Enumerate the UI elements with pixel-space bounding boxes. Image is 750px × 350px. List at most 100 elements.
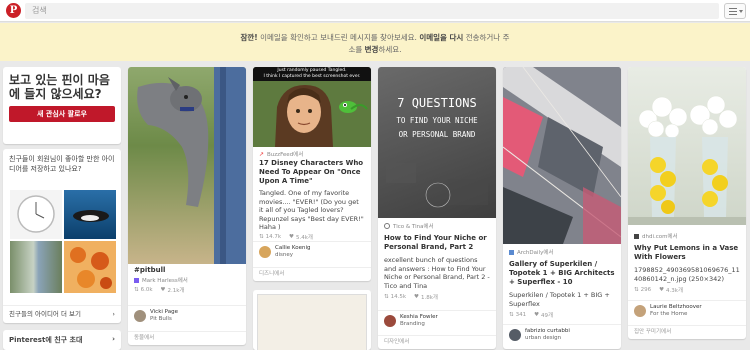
pinterest-logo-icon[interactable]: P — [6, 3, 21, 18]
search-box[interactable]: 검색 — [25, 3, 719, 19]
image-overlay-line-2: TO FIND YOUR NICHE — [396, 116, 478, 125]
repin-icon: ⇅ — [634, 287, 639, 293]
pin-source-label: Tico & Tina에서 — [393, 224, 434, 230]
pin-likes: 2.1k개 — [167, 288, 185, 294]
pin-category[interactable]: 디자인에서 — [378, 335, 496, 348]
pin-description: excellent bunch of questions and answers… — [384, 256, 490, 290]
email-confirm-banner: 잠깐! 이메일을 확인하고 보내드린 메시지를 찾아보세요. 이메일을 다시 전… — [0, 23, 750, 61]
menu-icon — [729, 8, 737, 9]
pin-likes: 5.4k개 — [295, 234, 313, 241]
resend-email-link[interactable]: 이메일을 다시 — [419, 33, 463, 42]
top-bar: P 검색 — [0, 0, 750, 22]
notice-bold: 잠깐! — [240, 33, 258, 42]
interest-promo-card: 보고 있는 핀이 마음에 들지 않으세요? 새 관심사 팔로우 — [3, 67, 121, 144]
pin-image[interactable] — [257, 294, 367, 350]
pin-source-label: Mark Harless에서 — [142, 278, 188, 284]
source-favicon-icon — [634, 233, 639, 239]
invite-friends-card[interactable]: Pinterest에 친구 초대 › — [3, 330, 121, 350]
pinner-board: For the Home — [650, 311, 688, 317]
friends-card: 친구들이 회원님이 좋아할 만한 아이디어를 저장하고 있나요? 친구들의 아이… — [3, 149, 121, 323]
repin-icon: ⇅ — [509, 312, 514, 318]
pin-image[interactable]: 7 QUESTIONS TO FIND YOUR NICHE OR PERSON… — [378, 67, 496, 218]
pin-likes: 1.8k개 — [420, 295, 438, 301]
pin-card[interactable]: dhdi.com에서 Why Put Lemons in a Vase With… — [628, 67, 746, 339]
follow-interests-button[interactable]: 새 관심사 팔로우 — [9, 106, 115, 122]
pin-card[interactable]: Just randomly paused Tangled. I think I … — [253, 67, 371, 281]
pinner-name: fabrizio curtabbi — [525, 328, 570, 334]
pin-stats: ⇅ 14.5k ♥ 1.8k개 — [384, 292, 490, 302]
pin-category[interactable]: 집안 꾸미기에서 — [628, 325, 746, 338]
pinner-board: disney — [275, 252, 294, 258]
pin-source[interactable]: ArchDaily에서 — [509, 247, 615, 257]
pin-saves: 6.0k — [140, 287, 153, 293]
source-favicon-icon — [509, 249, 514, 255]
pin-source-label: BuzzFeed에서 — [267, 152, 304, 158]
chevron-right-icon: › — [112, 310, 115, 318]
pin-title[interactable]: 17 Disney Characters Who Need To Appear … — [259, 159, 365, 186]
repin-icon: ⇅ — [384, 294, 389, 300]
pin-pinner[interactable]: Laurie Beltzhoover For the Home — [634, 304, 740, 318]
pin-description: 1798852_490369581069676_1140860142_n.jpg… — [634, 266, 740, 283]
pinner-name: Keshia Fowler — [400, 314, 438, 320]
pin-pinner[interactable]: Keshia Fowler Branding — [384, 314, 490, 328]
pin-stats: ⇅ 341 ♥ 49개 — [509, 310, 615, 320]
image-overlay-heading: 7 QUESTIONS — [397, 96, 477, 110]
pin-card[interactable]: #pitbull Mark Harless에서 ⇅ 6.0k ♥ 2.1k개 Vick… — [128, 67, 246, 345]
repin-icon: ⇅ — [259, 233, 264, 240]
pin-source[interactable]: dhdi.com에서 — [634, 231, 740, 241]
pin-image[interactable] — [128, 67, 246, 264]
pin-title[interactable]: #pitbull — [134, 266, 240, 275]
waterfall-thumb[interactable] — [10, 241, 62, 293]
pin-card[interactable]: ArchDaily에서 Gallery of Superkilen / Topo… — [503, 67, 621, 349]
heart-icon: ♥ — [659, 287, 665, 293]
pinner-board: Branding — [400, 321, 425, 327]
pin-title[interactable]: Why Put Lemons in a Vase With Flowers — [634, 244, 740, 262]
chevron-down-icon — [739, 10, 743, 13]
pin-saves: 14.7k — [265, 233, 282, 240]
invite-friends-label: Pinterest에 친구 초대 — [9, 336, 83, 344]
pin-title[interactable]: Gallery of Superkilen / Topotek 1 + BIG … — [509, 260, 615, 287]
avatar — [134, 310, 146, 322]
whale-thumb[interactable] — [64, 190, 116, 239]
repin-icon: ⇅ — [134, 287, 139, 293]
pin-source-label: ArchDaily에서 — [517, 250, 554, 256]
avatar — [259, 246, 271, 258]
pin-stats: ⇅ 14.7k ♥ 5.4k개 — [259, 232, 365, 242]
pinner-board: urban design — [525, 335, 562, 341]
pin-image[interactable] — [628, 67, 746, 225]
notice-text-4: 하세요. — [378, 45, 402, 54]
pin-card[interactable]: 7 QUESTIONS TO FIND YOUR NICHE OR PERSON… — [378, 67, 496, 349]
pin-description: Superkilen / Topotek 1 + BIG + Superflex — [509, 291, 610, 308]
source-favicon-icon — [384, 223, 390, 229]
friends-title: 친구들이 회원님이 좋아할 만한 아이디어를 저장하고 있나요? — [9, 155, 115, 173]
pin-source-label: dhdi.com에서 — [642, 234, 678, 240]
pin-pinner[interactable]: Vicki Page Pit Bulls — [134, 309, 240, 323]
menu-button[interactable] — [724, 3, 746, 19]
pin-image[interactable] — [503, 67, 621, 244]
pin-image[interactable]: Just randomly paused Tangled. I think I … — [253, 67, 371, 147]
food-thumb[interactable] — [64, 241, 116, 293]
pin-pinner[interactable]: Callie Koenig disney — [259, 245, 365, 259]
heart-icon: ♥ — [414, 294, 419, 300]
source-favicon-icon — [134, 277, 139, 283]
pin-card[interactable] — [253, 290, 371, 350]
pin-title[interactable]: How to Find Your Niche or Personal Brand… — [384, 234, 490, 252]
pinner-name: Callie Koenig — [275, 245, 311, 251]
heart-icon: ♥ — [289, 233, 294, 240]
pinner-name: Laurie Beltzhoover — [650, 304, 702, 310]
pin-category[interactable]: 동물에서 — [128, 331, 246, 344]
pin-source[interactable]: Mark Harless에서 — [134, 275, 240, 285]
pin-description: Tangled. One of my favorite movies.... "… — [259, 189, 364, 231]
clock-thumb[interactable] — [10, 190, 62, 239]
heart-icon: ♥ — [534, 312, 540, 318]
change-address-link[interactable]: 변경 — [365, 45, 379, 54]
pin-likes: 4.3k개 — [666, 288, 684, 294]
pin-source[interactable]: ↗ BuzzFeed에서 — [259, 149, 365, 159]
avatar — [509, 329, 521, 341]
more-friend-ideas-link[interactable]: 친구들의 아이디어 더 보기 › — [3, 305, 121, 323]
promo-title: 보고 있는 핀이 마음에 들지 않으세요? — [9, 73, 110, 101]
pin-saves: 296 — [640, 287, 652, 293]
pin-category[interactable]: 디즈니에서 — [253, 267, 371, 280]
pin-pinner[interactable]: fabrizio curtabbi urban design — [509, 328, 615, 342]
pin-source[interactable]: Tico & Tina에서 — [384, 221, 490, 231]
